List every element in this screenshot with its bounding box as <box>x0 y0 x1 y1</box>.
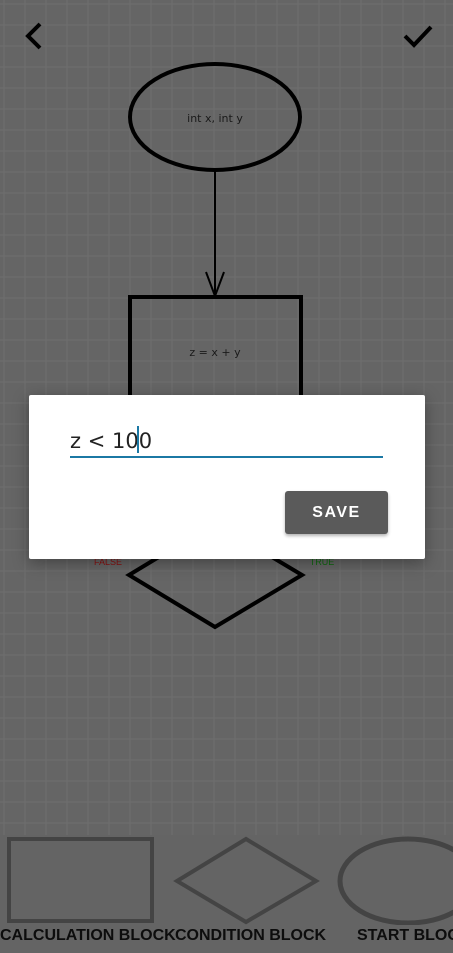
condition-input[interactable] <box>70 425 383 458</box>
back-button[interactable] <box>16 18 52 54</box>
palette-condition-shape[interactable] <box>173 836 320 925</box>
block-palette: CALCULATION BLOCK CONDITION BLOCK START … <box>0 835 453 953</box>
text-caret <box>137 426 139 453</box>
palette-label-start[interactable]: START BLOCK <box>357 927 453 945</box>
palette-label-calculation[interactable]: CALCULATION BLOCK <box>0 927 176 945</box>
confirm-button[interactable] <box>400 18 436 54</box>
start-block-text: int x, int y <box>187 112 243 125</box>
palette-label-condition[interactable]: CONDITION BLOCK <box>175 927 326 945</box>
edit-block-dialog: SAVE <box>29 395 425 559</box>
chevron-left-icon <box>25 22 42 50</box>
save-button[interactable]: SAVE <box>285 491 388 534</box>
palette-start-shape[interactable] <box>337 836 453 925</box>
check-icon <box>403 25 433 48</box>
calc-block-text: z = x + y <box>189 346 241 359</box>
palette-calculation-shape[interactable] <box>7 837 154 923</box>
palette-shapes <box>7 836 453 925</box>
